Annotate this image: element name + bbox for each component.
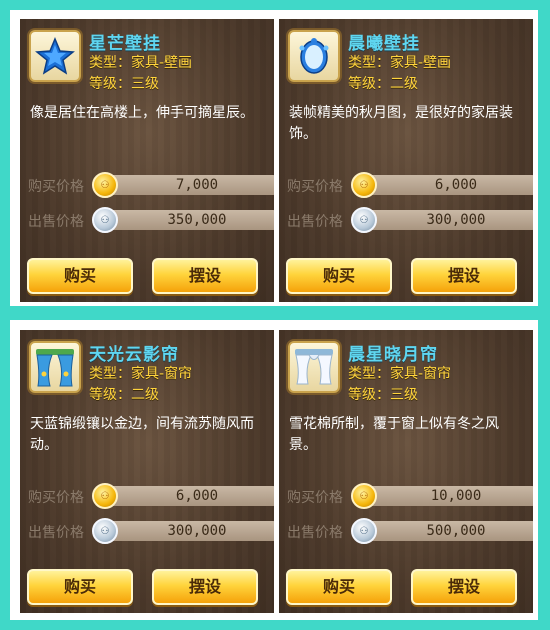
item-level: 等级：三级 — [348, 387, 418, 403]
buy-price-value: 6,000 — [104, 486, 274, 506]
buy-price-label: 购买价格 — [287, 490, 343, 506]
buy-price-row: 购买价格 ⚇ 6,000 — [287, 172, 533, 198]
item-name: 晨星晓月帘 — [348, 345, 438, 365]
star-wall-hanging-icon — [29, 30, 81, 82]
buy-price-label: 购买价格 — [287, 179, 343, 195]
item-type: 类型：家具-壁画 — [89, 55, 193, 71]
buy-price-row: 购买价格 ⚇ 6,000 — [28, 483, 274, 509]
buy-button[interactable]: 购买 — [27, 258, 133, 294]
item-level: 等级：二级 — [348, 76, 418, 92]
blue-curtain-icon — [29, 341, 81, 393]
buy-button[interactable]: 购买 — [286, 258, 392, 294]
place-button[interactable]: 摆设 — [411, 569, 517, 605]
item-name: 星芒壁挂 — [89, 34, 161, 54]
buy-button[interactable]: 购买 — [286, 569, 392, 605]
gold-coin-icon: ⚇ — [92, 172, 118, 198]
sell-price-label: 出售价格 — [287, 525, 343, 541]
item-card: 晨星晓月帘 类型：家具-窗帘 等级：三级 雪花棉所制，覆于窗上似有冬之风景。 购… — [279, 330, 533, 613]
item-description: 装帧精美的秋月图，是很好的家居装饰。 — [289, 105, 513, 142]
sell-price-label: 出售价格 — [287, 214, 343, 230]
item-card: 天光云影帘 类型：家具-窗帘 等级：二级 天蓝锦缎镶以金边，间有流苏随风而动。 … — [20, 330, 274, 613]
sell-price-row: 出售价格 ⚇ 300,000 — [28, 518, 274, 544]
buy-button[interactable]: 购买 — [27, 569, 133, 605]
item-description: 雪花棉所制，覆于窗上似有冬之风景。 — [289, 416, 499, 453]
gold-coin-icon: ⚇ — [351, 172, 377, 198]
place-button[interactable]: 摆设 — [152, 569, 258, 605]
sell-price-label: 出售价格 — [28, 525, 84, 541]
sell-price-value: 500,000 — [363, 521, 533, 541]
sell-price-value: 300,000 — [104, 521, 274, 541]
place-button[interactable]: 摆设 — [152, 258, 258, 294]
buy-price-row: 购买价格 ⚇ 7,000 — [28, 172, 274, 198]
place-button[interactable]: 摆设 — [411, 258, 517, 294]
item-type: 类型：家具-壁画 — [348, 55, 452, 71]
buy-price-value: 10,000 — [363, 486, 533, 506]
item-name: 天光云影帘 — [89, 345, 179, 365]
sell-price-row: 出售价格 ⚇ 500,000 — [287, 518, 533, 544]
item-description: 像是居住在高楼上，伸手可摘星辰。 — [30, 105, 254, 121]
item-level: 等级：三级 — [89, 76, 159, 92]
item-level: 等级：二级 — [89, 387, 159, 403]
item-card: 晨曦壁挂 类型：家具-壁画 等级：二级 装帧精美的秋月图，是很好的家居装饰。 购… — [279, 19, 533, 302]
white-curtain-icon — [288, 341, 340, 393]
item-type: 类型：家具-窗帘 — [89, 366, 193, 382]
gold-coin-icon: ⚇ — [351, 483, 377, 509]
silver-coin-icon: ⚇ — [351, 207, 377, 233]
item-type: 类型：家具-窗帘 — [348, 366, 452, 382]
sell-price-row: 出售价格 ⚇ 350,000 — [28, 207, 274, 233]
buy-price-value: 6,000 — [363, 175, 533, 195]
sell-price-value: 350,000 — [104, 210, 274, 230]
buy-price-row: 购买价格 ⚇ 10,000 — [287, 483, 533, 509]
item-card: 星芒壁挂 类型：家具-壁画 等级：三级 像是居住在高楼上，伸手可摘星辰。 购买价… — [20, 19, 274, 302]
item-name: 晨曦壁挂 — [348, 34, 420, 54]
silver-coin-icon: ⚇ — [351, 518, 377, 544]
mirror-wall-hanging-icon — [288, 30, 340, 82]
silver-coin-icon: ⚇ — [92, 518, 118, 544]
silver-coin-icon: ⚇ — [92, 207, 118, 233]
buy-price-value: 7,000 — [104, 175, 274, 195]
sell-price-label: 出售价格 — [28, 214, 84, 230]
buy-price-label: 购买价格 — [28, 490, 84, 506]
sell-price-row: 出售价格 ⚇ 300,000 — [287, 207, 533, 233]
sell-price-value: 300,000 — [363, 210, 533, 230]
gold-coin-icon: ⚇ — [92, 483, 118, 509]
item-description: 天蓝锦缎镶以金边，间有流苏随风而动。 — [30, 416, 254, 453]
buy-price-label: 购买价格 — [28, 179, 84, 195]
